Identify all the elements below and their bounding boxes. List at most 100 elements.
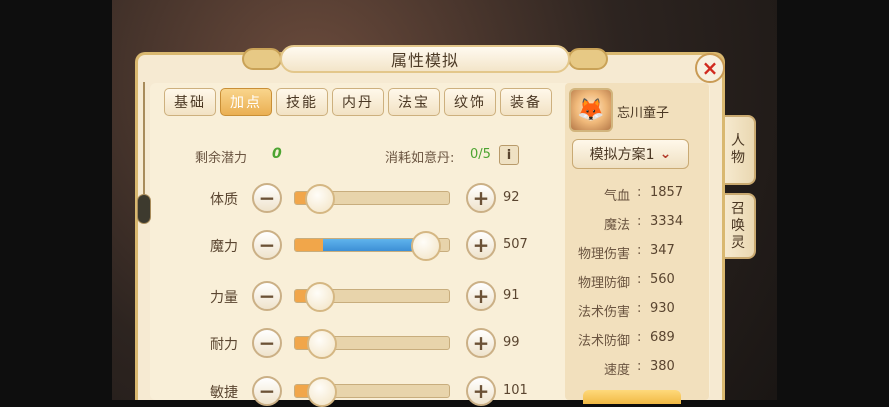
close-button[interactable]: × [695, 53, 725, 83]
stat-slider[interactable] [294, 231, 450, 261]
tab-bar: 基础 加点 技能 内丹 法宝 纹饰 装备 [164, 88, 552, 116]
info-icon: i [506, 147, 512, 163]
attribute-row: 物理防御:560 [575, 272, 695, 291]
stat-row: 魔力 − +507 [210, 230, 540, 261]
title-ornament-right [568, 48, 608, 70]
plus-icon: + [472, 284, 490, 308]
title-ornament-left [242, 48, 282, 70]
increase-button[interactable]: + [466, 328, 496, 358]
attribute-name: 法术防御 [577, 334, 630, 349]
side-tab-summon-char: 唤 [731, 217, 745, 234]
attribute-name: 速度 [603, 363, 630, 378]
minus-icon: − [258, 379, 276, 403]
tab-add-points[interactable]: 加点 [220, 88, 272, 116]
scheme-label: 模拟方案1 [589, 147, 655, 163]
attribute-name: 气血 [603, 189, 630, 204]
stat-slider[interactable] [294, 184, 450, 214]
stat-value: 507 [503, 237, 528, 252]
attribute-colon: : [637, 243, 642, 258]
side-tab-summon-char: 召 [731, 200, 745, 217]
side-tab-character-char: 物 [731, 150, 745, 166]
attribute-name: 魔法 [603, 218, 630, 233]
chevron-down-icon: ⌄ [659, 146, 672, 162]
stat-slider[interactable] [294, 377, 450, 407]
plus-icon: + [472, 233, 490, 257]
info-button[interactable]: i [499, 145, 519, 165]
stat-value: 99 [503, 335, 520, 350]
attribute-colon: : [637, 301, 642, 316]
decrease-button[interactable]: − [252, 183, 282, 213]
stat-name: 体质 [210, 192, 238, 208]
attribute-value: 560 [650, 272, 675, 287]
consume-label: 消耗如意丹: [385, 151, 455, 166]
attribute-row: 物理伤害:347 [575, 243, 695, 262]
attribute-row: 魔法:3334 [575, 214, 695, 233]
attribute-value: 347 [650, 243, 675, 258]
minus-icon: − [258, 284, 276, 308]
stat-name: 魔力 [210, 239, 238, 255]
increase-button[interactable]: + [466, 230, 496, 260]
stat-row: 敏捷 − +101 [210, 376, 540, 407]
scheme-dropdown[interactable]: 模拟方案1 ⌄ [572, 139, 689, 169]
attribute-row: 气血:1857 [575, 185, 695, 204]
attribute-name: 物理防御 [577, 276, 630, 291]
stat-slider[interactable] [294, 329, 450, 359]
tab-equipment[interactable]: 装备 [500, 88, 552, 116]
potential-value: 0 [272, 146, 282, 162]
plus-icon: + [472, 331, 490, 355]
minus-icon: − [258, 233, 276, 257]
side-tab-character[interactable]: 人 物 [722, 115, 756, 185]
side-tab-summon[interactable]: 召 唤 灵 [722, 193, 756, 259]
tab-ornament[interactable]: 纹饰 [444, 88, 496, 116]
stat-name: 敏捷 [210, 385, 238, 401]
stat-row: 耐力 − +99 [210, 328, 540, 359]
confirm-button[interactable] [583, 390, 681, 404]
attribute-row: 法术防御:689 [575, 330, 695, 349]
attribute-colon: : [637, 272, 642, 287]
increase-button[interactable]: + [466, 183, 496, 213]
attribute-colon: : [637, 359, 642, 374]
tab-skills[interactable]: 技能 [276, 88, 328, 116]
window-title: 属性模拟 [280, 45, 570, 73]
close-icon: × [701, 56, 719, 80]
slider-knob[interactable] [307, 377, 337, 407]
attribute-row: 法术伤害:930 [575, 301, 695, 320]
slider-knob[interactable] [411, 231, 441, 261]
decrease-button[interactable]: − [252, 281, 282, 311]
attribute-colon: : [637, 214, 642, 229]
increase-button[interactable]: + [466, 281, 496, 311]
stat-value: 92 [503, 190, 520, 205]
slider-knob[interactable] [305, 282, 335, 312]
attribute-value: 689 [650, 330, 675, 345]
attribute-name: 法术伤害 [577, 305, 630, 320]
side-tab-character-char: 人 [731, 133, 745, 149]
slider-knob[interactable] [305, 184, 335, 214]
tab-inner-pill[interactable]: 内丹 [332, 88, 384, 116]
decrease-button[interactable]: − [252, 230, 282, 260]
potential-label: 剩余潜力 [195, 151, 248, 166]
stat-name: 耐力 [210, 337, 238, 353]
tassel-knot [137, 194, 151, 224]
side-tab-summon-char: 灵 [731, 234, 745, 251]
attribute-value: 380 [650, 359, 675, 374]
plus-icon: + [472, 186, 490, 210]
stat-row: 体质 − +92 [210, 183, 540, 214]
attribute-value: 930 [650, 301, 675, 316]
tassel-rope [143, 82, 145, 202]
tab-treasure[interactable]: 法宝 [388, 88, 440, 116]
minus-icon: − [258, 331, 276, 355]
slider-fill [295, 239, 323, 251]
increase-button[interactable]: + [466, 376, 496, 406]
attribute-row: 速度:380 [575, 359, 695, 378]
consume-value: 0/5 [470, 147, 491, 162]
tab-basic[interactable]: 基础 [164, 88, 216, 116]
pet-avatar[interactable]: 🦊 [569, 88, 613, 132]
decrease-button[interactable]: − [252, 328, 282, 358]
attribute-name: 物理伤害 [577, 247, 630, 262]
slider-knob[interactable] [307, 329, 337, 359]
stat-value: 91 [503, 288, 520, 303]
stat-slider[interactable] [294, 282, 450, 312]
fox-face-icon: 🦊 [577, 97, 605, 123]
plus-icon: + [472, 379, 490, 403]
decrease-button[interactable]: − [252, 376, 282, 406]
